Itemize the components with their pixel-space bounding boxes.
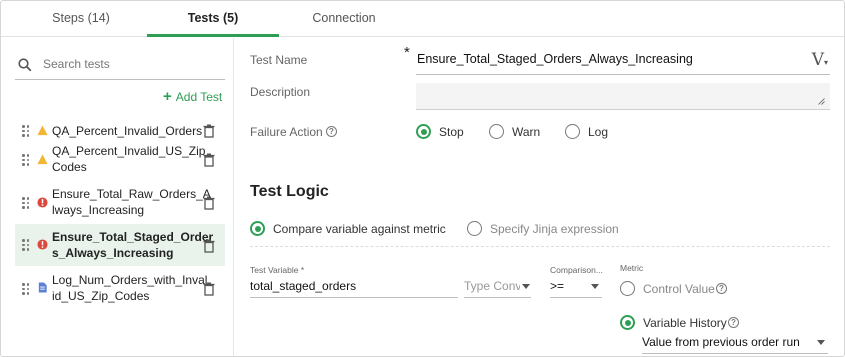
drag-handle-icon[interactable]	[22, 283, 30, 295]
drag-handle-icon[interactable]	[22, 197, 30, 209]
add-test-button[interactable]: + Add Test	[163, 88, 222, 105]
tests-sidebar: Search tests + Add Test QA_Percent_Invali…	[1, 38, 234, 356]
chevron-down-icon[interactable]	[522, 284, 530, 289]
failure-warn-radio[interactable]	[489, 124, 504, 139]
trash-icon[interactable]	[203, 124, 215, 138]
variable-history-radio[interactable]	[620, 315, 635, 330]
warning-icon	[37, 125, 48, 136]
test-name: Ensure_Total_Raw_Orders_A lways_Increasin…	[52, 187, 211, 217]
control-value-radio[interactable]	[620, 281, 635, 296]
resize-handle-icon[interactable]	[818, 98, 825, 105]
comparison-select[interactable]: >=	[550, 279, 564, 293]
description-label: Description	[250, 85, 311, 99]
warning-icon	[37, 154, 48, 165]
description-textarea[interactable]	[416, 83, 830, 110]
variable-picker-icon[interactable]: V▾	[812, 50, 828, 70]
test-name-label: Test Name	[250, 53, 308, 67]
test-editor-window: Steps (14) Tests (5) Connection Search t…	[0, 0, 845, 357]
history-select[interactable]: Value from previous order run	[642, 335, 800, 349]
required-marker: *	[404, 44, 410, 61]
test-list-item[interactable]: QA_Percent_Invalid_US_Zip_ Codes	[15, 140, 225, 178]
failure-warn-label: Warn	[512, 125, 541, 139]
error-icon	[37, 239, 48, 250]
tab-tests[interactable]: Tests (5)	[147, 1, 279, 37]
tab-steps[interactable]: Steps (14)	[1, 1, 161, 37]
metric-label: Metric	[620, 263, 644, 273]
test-logic-heading: Test Logic	[250, 183, 329, 200]
trash-icon[interactable]	[203, 153, 215, 167]
comparison-underline	[550, 297, 602, 298]
search-placeholder: Search tests	[43, 57, 110, 71]
trash-icon[interactable]	[203, 196, 215, 210]
plus-icon: +	[163, 88, 172, 105]
test-variable-input[interactable]: total_staged_orders	[250, 279, 356, 293]
control-value-label: Control Value	[643, 282, 715, 296]
test-name: QA_Percent_Invalid_Orders	[52, 124, 203, 138]
error-icon	[37, 197, 48, 208]
test-list-item-selected[interactable]: Ensure_Total_Staged_Order s_Always_Increa…	[15, 224, 225, 266]
failure-stop-radio[interactable]	[416, 124, 431, 139]
failure-action-label: Failure Action	[250, 125, 323, 139]
failure-stop-label: Stop	[439, 125, 464, 139]
comparison-label: Comparison...	[550, 265, 603, 275]
test-name-value: Ensure_Total_Staged_Orders_Always_Increa…	[417, 52, 693, 66]
test-name: Log_Num_Orders_with_Inval id_US_Zip_Codes	[52, 273, 208, 303]
test-list-item[interactable]: Log_Num_Orders_with_Inval id_US_Zip_Codes	[15, 269, 225, 307]
drag-handle-icon[interactable]	[22, 239, 30, 251]
chevron-down-icon[interactable]	[817, 340, 825, 345]
failure-log-label: Log	[588, 125, 609, 139]
drag-handle-icon[interactable]	[22, 154, 30, 166]
test-detail-form: Test Name * Ensure_Total_Staged_Orders_A…	[234, 38, 844, 356]
test-list-item[interactable]: Ensure_Total_Raw_Orders_A lways_Increasin…	[15, 183, 225, 221]
document-icon	[38, 282, 47, 293]
drag-handle-icon[interactable]	[22, 125, 30, 137]
jinja-expression-label: Specify Jinja expression	[490, 222, 619, 236]
history-select-underline	[642, 353, 828, 354]
add-test-label: Add Test	[175, 90, 223, 104]
type-conversion-underline	[464, 297, 531, 298]
failure-log-radio[interactable]	[565, 124, 580, 139]
test-variable-underline	[250, 297, 458, 298]
active-tab-indicator	[147, 34, 279, 37]
test-name-input[interactable]: Ensure_Total_Staged_Orders_Always_Increa…	[416, 49, 830, 75]
chevron-down-icon[interactable]	[591, 284, 599, 289]
test-name: Ensure_Total_Staged_Order s_Always_Increa…	[52, 230, 214, 260]
test-name: QA_Percent_Invalid_US_Zip_ Codes	[52, 144, 213, 174]
tab-bar: Steps (14) Tests (5) Connection	[1, 1, 844, 37]
search-icon	[18, 58, 32, 72]
tab-connection[interactable]: Connection	[279, 1, 409, 37]
variable-history-label: Variable History	[643, 316, 727, 330]
help-icon[interactable]: ?	[716, 283, 727, 294]
help-icon[interactable]: ?	[326, 126, 337, 137]
compare-variable-label: Compare variable against metric	[273, 222, 446, 236]
search-input[interactable]: Search tests	[15, 52, 225, 80]
section-divider	[250, 246, 830, 247]
trash-icon[interactable]	[203, 239, 215, 253]
test-variable-label: Test Variable *	[250, 265, 305, 275]
jinja-expression-radio[interactable]	[467, 221, 482, 236]
compare-variable-radio[interactable]	[250, 221, 265, 236]
type-conversion-select[interactable]: Type Conve	[464, 279, 520, 293]
help-icon[interactable]: ?	[728, 317, 739, 328]
trash-icon[interactable]	[203, 282, 215, 296]
